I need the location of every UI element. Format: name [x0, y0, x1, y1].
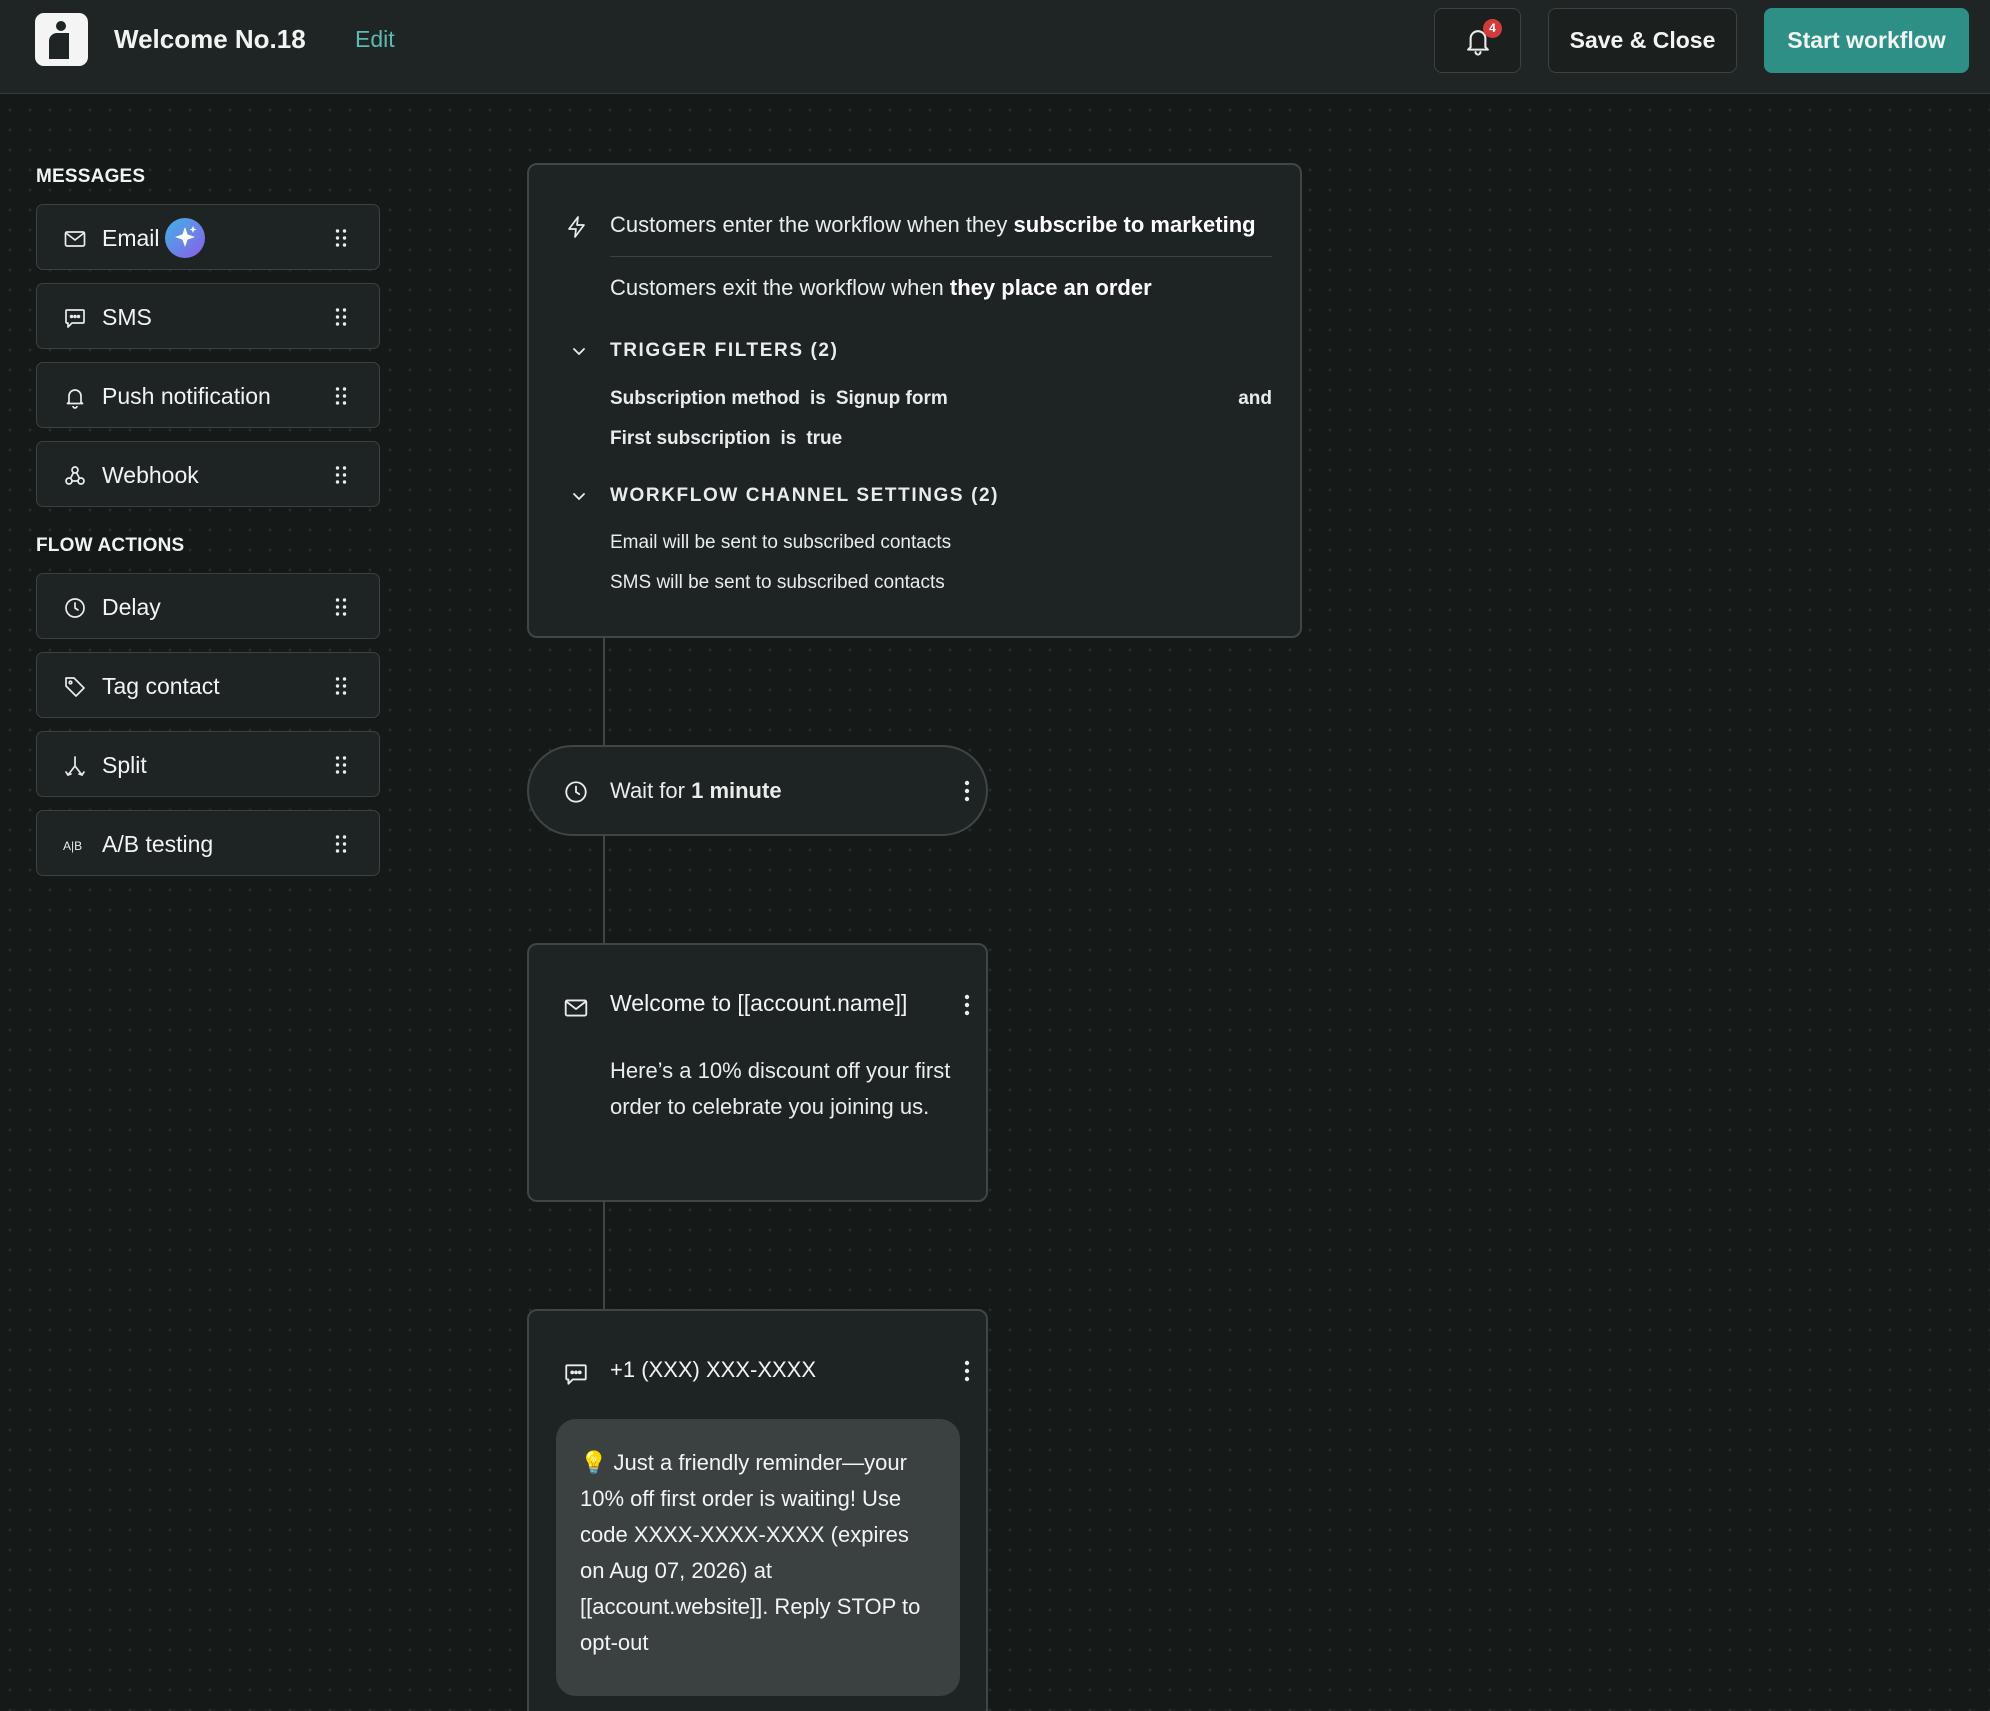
svg-text:A|B: A|B	[63, 839, 82, 853]
filter-joiner: and	[1238, 388, 1272, 409]
tag-icon	[65, 677, 85, 697]
sidebar-item-label: Split	[102, 752, 147, 778]
messages-heading: MESSAGES	[36, 166, 146, 187]
wait-text: Wait for 1 minute	[610, 778, 782, 803]
email-node[interactable]: Welcome to [[account.name]] Here’s a 10%…	[527, 943, 988, 1202]
drag-handle-icon[interactable]	[335, 676, 347, 696]
drag-handle-icon[interactable]	[335, 834, 347, 854]
top-bar: Welcome No.18 Edit 4 Save & Close Start …	[0, 0, 1990, 94]
trigger-enter-text: Customers enter the workflow when they s…	[610, 212, 1256, 237]
more-options-icon[interactable]	[964, 780, 970, 802]
drag-handle-icon[interactable]	[335, 465, 347, 485]
wait-node[interactable]: Wait for 1 minute	[527, 745, 988, 836]
chevron-down-icon[interactable]	[571, 488, 587, 504]
channel-setting-row: Email will be sent to subscribed contact…	[610, 532, 952, 553]
sms-node[interactable]: +1 (XXX) XXX-XXXX 💡 Just a friendly remi…	[527, 1309, 988, 1711]
bell-icon	[66, 389, 84, 409]
sms-sender-number: +1 (XXX) XXX-XXXX	[610, 1357, 817, 1382]
drag-handle-icon[interactable]	[335, 307, 347, 327]
sidebar-item-label: Email	[102, 225, 160, 251]
sidebar-item-label: Delay	[102, 594, 161, 620]
channel-settings-heading[interactable]: WORKFLOW CHANNEL SETTINGS (2)	[610, 485, 999, 507]
start-workflow-button[interactable]: Start workflow	[1764, 8, 1969, 73]
sidebar-item-label: Tag contact	[102, 673, 220, 699]
divider	[610, 256, 1272, 257]
drag-handle-icon[interactable]	[335, 228, 347, 248]
sidebar-item-sms[interactable]: SMS	[36, 283, 380, 349]
webhook-icon	[65, 466, 85, 485]
sidebar-item-tag-contact[interactable]: Tag contact	[36, 652, 380, 718]
drag-handle-icon[interactable]	[335, 597, 347, 617]
edit-title-link[interactable]: Edit	[355, 26, 395, 53]
sidebar-item-split[interactable]: Split	[36, 731, 380, 797]
notifications-button[interactable]: 4	[1434, 8, 1521, 73]
filter-row: Subscription method is Signup form	[610, 388, 948, 409]
sidebar-item-delay[interactable]: Delay	[36, 573, 380, 639]
chevron-down-icon[interactable]	[571, 343, 587, 359]
more-options-icon[interactable]	[964, 994, 970, 1016]
flow-connector	[603, 638, 605, 745]
ab-icon: A|B	[63, 839, 82, 853]
more-options-icon[interactable]	[964, 1360, 970, 1382]
mail-icon	[564, 999, 588, 1017]
clock-icon	[65, 598, 85, 618]
trigger-filters-heading[interactable]: TRIGGER FILTERS (2)	[610, 340, 839, 362]
app-logo[interactable]	[35, 13, 88, 66]
sidebar-item-label: Push notification	[102, 383, 271, 409]
sidebar-item-ab-testing[interactable]: A|B A/B testing	[36, 810, 380, 876]
sidebar-item-label: Webhook	[102, 462, 199, 488]
sms-message-bubble: 💡 Just a friendly reminder—your 10% off …	[556, 1419, 960, 1696]
sidebar-item-push-notification[interactable]: Push notification	[36, 362, 380, 428]
workflow-title: Welcome No.18	[114, 24, 306, 54]
drag-handle-icon[interactable]	[335, 755, 347, 775]
email-body-preview: Here’s a 10% discount off your first ord…	[610, 1058, 951, 1119]
sidebar-item-webhook[interactable]: Webhook	[36, 441, 380, 507]
notification-badge: 4	[1483, 19, 1502, 38]
trigger-node[interactable]: Customers enter the workflow when they s…	[527, 163, 1302, 638]
flow-actions-heading: FLOW ACTIONS	[36, 535, 185, 556]
lightning-icon	[568, 216, 585, 238]
chat-bubble-icon	[565, 1364, 587, 1385]
channel-setting-row: SMS will be sent to subscribed contacts	[610, 572, 945, 593]
ai-sparkle-icon	[165, 218, 205, 258]
drag-handle-icon[interactable]	[335, 386, 347, 406]
flow-connector	[603, 836, 605, 943]
sidebar-item-label: SMS	[102, 304, 152, 330]
filter-row: First subscription is true	[610, 428, 843, 449]
sidebar-item-label: A/B testing	[102, 831, 214, 857]
email-subject: Welcome to [[account.name]]	[610, 990, 908, 1016]
split-icon	[65, 756, 85, 777]
mail-icon	[64, 231, 86, 247]
sidebar-item-email[interactable]: Email	[36, 204, 380, 270]
clock-icon	[565, 781, 587, 803]
flow-connector	[603, 1202, 605, 1309]
trigger-exit-text: Customers exit the workflow when they pl…	[610, 275, 1152, 300]
chat-bubble-icon	[65, 309, 85, 328]
save-close-button[interactable]: Save & Close	[1548, 8, 1737, 73]
